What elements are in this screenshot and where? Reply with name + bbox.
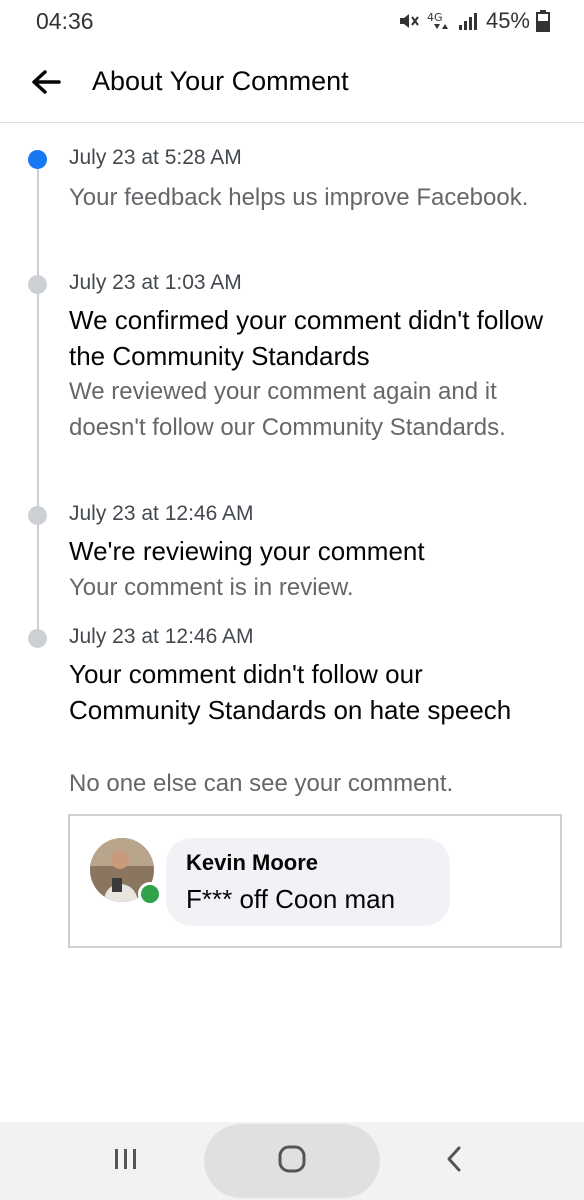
timeline-body: No one else can see your comment. — [69, 770, 454, 797]
timeline-body: Your feedback helps us improve Facebook. — [69, 184, 529, 211]
system-nav-bar — [0, 1122, 584, 1200]
page-title: About Your Comment — [92, 66, 349, 96]
arrow-left-icon — [31, 69, 61, 100]
signal-icon — [458, 11, 480, 31]
system-back-button[interactable] — [404, 1122, 504, 1200]
lte-icon: 4G — [426, 10, 452, 32]
comment-text: F*** off Coon man — [186, 884, 396, 914]
timeline-line — [37, 162, 39, 640]
back-button[interactable] — [24, 62, 68, 106]
timeline-body: Your comment is in review. — [69, 574, 354, 601]
timeline-dot — [28, 275, 47, 294]
app-header: About Your Comment — [0, 44, 584, 123]
comment-bubble: Kevin Moore F*** off Coon man — [166, 838, 450, 926]
recent-apps-button[interactable] — [76, 1122, 176, 1200]
battery-percent: 45% — [485, 8, 530, 33]
timeline-dot — [28, 506, 47, 525]
timeline-title: We confirmed your comment didn't follow … — [69, 305, 544, 371]
timeline-date: July 23 at 12:46 AM — [69, 625, 254, 648]
timeline-dot — [28, 629, 47, 648]
timeline-date: July 23 at 1:03 AM — [69, 271, 242, 294]
comment-author[interactable]: Kevin Moore — [186, 850, 318, 876]
back-icon — [445, 1145, 463, 1178]
mute-vibrate-icon — [398, 11, 420, 31]
home-button[interactable] — [204, 1124, 380, 1198]
status-time: 04:36 — [36, 8, 94, 34]
timeline-title: We're reviewing your comment — [69, 536, 425, 566]
svg-text:4G: 4G — [427, 11, 443, 24]
online-status-icon — [138, 882, 162, 906]
timeline-dot-active — [28, 150, 47, 169]
status-icons: 4G 45% — [398, 8, 550, 34]
timeline-body: We reviewed your comment again and it do… — [69, 378, 506, 441]
comment-card[interactable]: Kevin Moore F*** off Coon man — [68, 814, 562, 948]
timeline-date: July 23 at 12:46 AM — [69, 502, 254, 525]
battery-icon — [536, 10, 550, 32]
timeline-title: Your comment didn't follow our Community… — [69, 659, 512, 725]
timeline-date: July 23 at 5:28 AM — [69, 146, 242, 169]
recent-apps-icon — [113, 1147, 139, 1176]
status-bar: 04:36 4G 45% — [0, 0, 584, 44]
home-icon — [277, 1144, 307, 1179]
